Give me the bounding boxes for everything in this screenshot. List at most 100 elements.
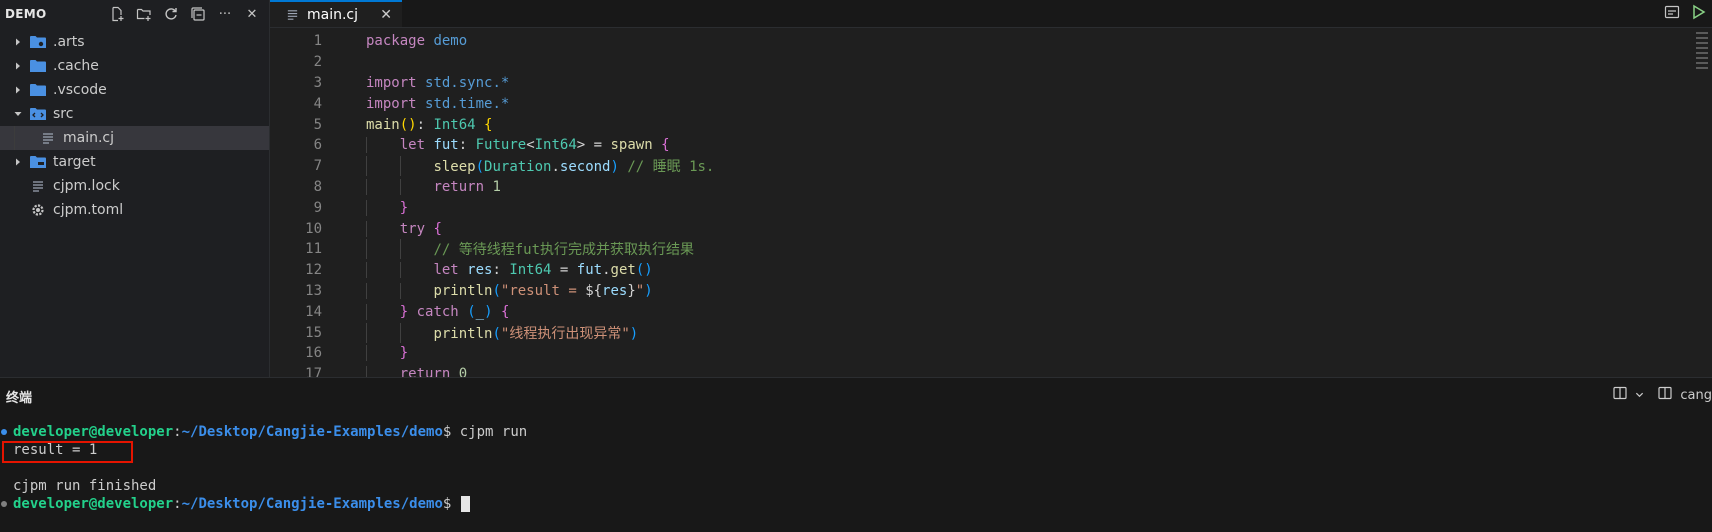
more-icon[interactable]: ··· (214, 3, 236, 25)
chevron-down-icon[interactable] (1635, 388, 1644, 403)
file-lines-icon (286, 8, 299, 21)
tree-item-vscode[interactable]: .vscode (0, 78, 269, 102)
chevron-right-icon (10, 82, 26, 98)
indent-guide (366, 345, 367, 362)
run-icon[interactable] (1692, 4, 1706, 24)
chevron-right-icon (10, 58, 26, 74)
indent-guide (366, 199, 367, 216)
tree-item-arts[interactable]: .arts (0, 30, 269, 54)
file-lines-icon (30, 178, 46, 194)
terminal-line-result: result = 1 (0, 441, 1712, 459)
code-text: import std.time.* (342, 96, 1692, 112)
indent-guide (366, 239, 367, 260)
tab-close-icon[interactable]: ✕ (380, 7, 392, 23)
code-text: return 0 (342, 366, 1692, 377)
panel-title[interactable]: 终端 (6, 387, 32, 406)
close-icon[interactable]: ✕ (241, 3, 263, 25)
code-token: 0 (458, 366, 468, 377)
code-token: { (661, 137, 670, 154)
terminal-tab-label[interactable]: cang (1680, 388, 1712, 403)
terminal-output[interactable]: developer@developer: ~/Desktop/Cangjie-Ex… (0, 423, 1712, 513)
tree-item-cache[interactable]: .cache (0, 54, 269, 78)
terminal-finished-text: cjpm run finished (13, 478, 157, 494)
code-token: _ (475, 303, 485, 320)
code-token: try (399, 220, 426, 237)
chevron-down-icon (10, 106, 26, 122)
code-token: } (399, 345, 409, 362)
line-number: 7 (313, 158, 322, 175)
code-token: ) (484, 303, 493, 320)
code-text: } (342, 345, 1692, 362)
editor-actions (1664, 4, 1706, 24)
new-file-icon[interactable] (106, 3, 128, 25)
tree-item-src[interactable]: src (0, 102, 269, 126)
code-token: ( (492, 282, 501, 299)
code-token: println (433, 325, 493, 342)
code-line: 10 try { (270, 218, 1692, 239)
code-text: package demo (342, 33, 1692, 49)
split-terminal-icon[interactable] (1613, 386, 1627, 404)
code-token: : (492, 262, 510, 279)
prompt-suffix: $ (442, 424, 460, 440)
code-token: import (366, 95, 417, 112)
code-token: std.time.* (425, 95, 510, 112)
refresh-icon[interactable] (160, 3, 182, 25)
code-line: 4 import std.time.* (270, 93, 1692, 114)
code-token: . (551, 159, 560, 176)
indent-guide (366, 178, 367, 195)
code-token: Int64 (433, 116, 476, 133)
line-number: 1 (313, 33, 322, 50)
open-preview-icon[interactable] (1664, 4, 1680, 24)
line-number: 2 (313, 54, 322, 71)
code-token: () (635, 262, 653, 279)
code-line: 2 (270, 52, 1692, 73)
indent-guide (366, 262, 367, 279)
code-token: } (399, 303, 409, 320)
code-token: ) (644, 282, 653, 299)
code-token: } (627, 282, 636, 299)
code-line: 3 import std.sync.* (270, 73, 1692, 94)
code-token: second (559, 159, 611, 176)
tree-item-label: target (53, 154, 96, 170)
code-editor[interactable]: 1 package demo 2 3 import std.sync.* 4 import … (270, 31, 1692, 377)
code-line: 17 return 0 (270, 364, 1692, 377)
indent-guide (366, 282, 367, 299)
code-token: < (526, 137, 535, 154)
code-token: ( (467, 303, 476, 320)
indent-guide (366, 137, 367, 154)
prompt-colon: : (173, 424, 182, 440)
tree-item-cjpm-toml[interactable]: cjpm.toml (0, 198, 269, 222)
indent-guide (14, 126, 15, 150)
tree-item-target[interactable]: target (0, 150, 269, 174)
minimap[interactable] (1696, 32, 1708, 76)
collapse-all-icon[interactable] (187, 3, 209, 25)
tree-item-label: src (53, 106, 74, 122)
terminal-cursor (460, 496, 470, 512)
new-folder-icon[interactable] (133, 3, 155, 25)
tab-main-cj[interactable]: main.cj ✕ (270, 0, 402, 27)
code-token: ) (629, 325, 639, 342)
indent-guide (400, 178, 401, 195)
panel-header: 终端 cang (0, 378, 1712, 414)
line-number: 11 (305, 241, 322, 258)
command-status-dot[interactable] (1, 429, 7, 435)
code-line: 12 let res: Int64 = fut.get() (270, 260, 1692, 281)
code-token: // 等待线程fut执行完成并获取执行结果 (433, 242, 695, 259)
line-number: 12 (305, 262, 322, 279)
tree-item-main-cj[interactable]: main.cj (0, 126, 269, 150)
indent-guide (366, 156, 367, 177)
code-token: res (602, 282, 628, 299)
code-line: 16 } (270, 343, 1692, 364)
split-panel-icon[interactable] (1658, 386, 1672, 404)
terminal-line-finished: cjpm run finished (0, 477, 1712, 495)
command-status-dot[interactable] (1, 501, 7, 507)
line-number: 3 (313, 74, 322, 91)
folder-icon (30, 58, 46, 74)
tree-item-cjpm-lock[interactable]: cjpm.lock (0, 174, 269, 198)
indent-guide (400, 239, 401, 260)
